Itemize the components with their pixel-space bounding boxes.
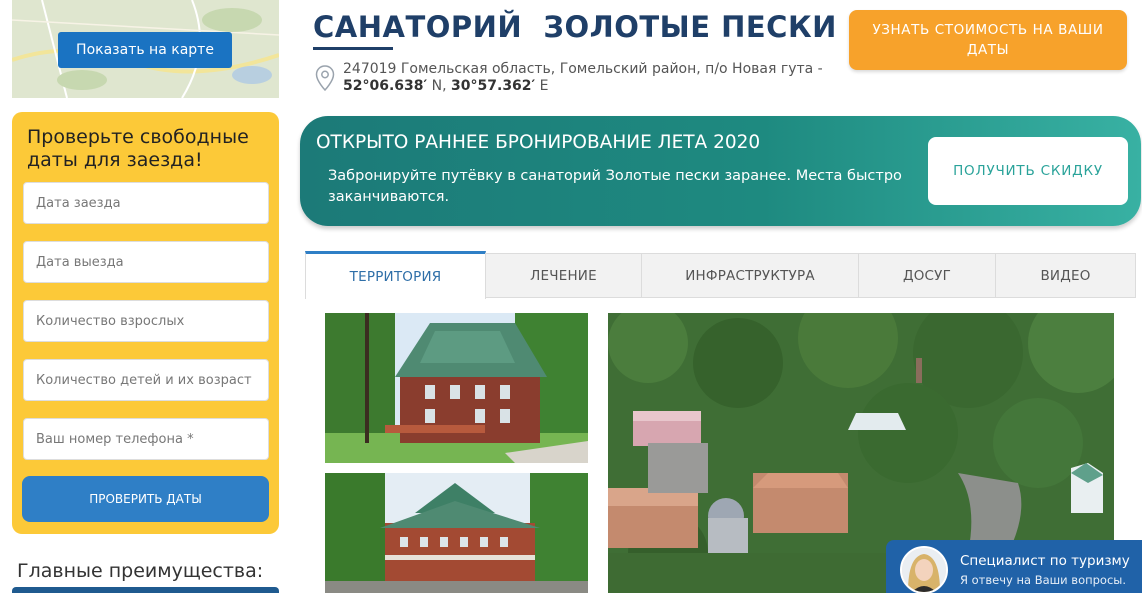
children-field[interactable]: Количество детей и их возраст <box>23 359 269 401</box>
checkout-date-field[interactable]: Дата выезда <box>23 241 269 283</box>
latitude-dir: N, <box>427 78 452 94</box>
chat-consultant-name: Специалист по туризму <box>960 553 1130 569</box>
chat-widget[interactable]: Специалист по туризму Я отвечу на Ваши в… <box>886 540 1142 593</box>
get-discount-button[interactable]: ПОЛУЧИТЬ СКИДКУ <box>928 137 1128 205</box>
address-text: 247019 Гомельская область, Гомельский ра… <box>343 61 823 77</box>
check-dates-button[interactable]: ПРОВЕРИТЬ ДАТЫ <box>22 476 269 522</box>
location-pin-icon <box>315 65 335 95</box>
title-underline <box>313 47 393 50</box>
promo-title: ОТКРЫТО РАННЕЕ БРОНИРОВАНИЕ ЛЕТА 2020 <box>316 132 761 153</box>
checkin-date-field[interactable]: Дата заезда <box>23 182 269 224</box>
page: Показать на карте Проверьте свободные да… <box>0 0 1142 593</box>
map-preview[interactable]: Показать на карте <box>12 0 279 98</box>
tab-infrastructure[interactable]: ИНФРАСТРУКТУРА <box>641 253 859 298</box>
phone-field[interactable]: Ваш номер телефона * <box>23 418 269 460</box>
promo-banner: ОТКРЫТО РАННЕЕ БРОНИРОВАНИЕ ЛЕТА 2020 За… <box>300 116 1141 226</box>
get-price-button[interactable]: УЗНАТЬ СТОИМОСТЬ НА ВАШИ ДАТЫ <box>849 10 1127 70</box>
advantages-bar <box>12 587 279 593</box>
adults-count-field[interactable]: Количество взрослых <box>23 300 269 342</box>
tab-treatment[interactable]: ЛЕЧЕНИЕ <box>485 253 642 298</box>
latitude: 52°06.638′ <box>343 78 428 94</box>
chat-subtitle: Я отвечу на Ваши вопросы. <box>960 573 1127 587</box>
tab-territory[interactable]: ТЕРРИТОРИЯ <box>305 251 486 299</box>
show-map-button[interactable]: Показать на карте <box>58 32 232 68</box>
page-title: САНАТОРИЙ ЗОЛОТЫЕ ПЕСКИ <box>313 10 837 44</box>
territory-photo-2[interactable] <box>325 473 588 593</box>
booking-title: Проверьте свободные даты для заезда! <box>27 126 249 171</box>
address: 247019 Гомельская область, Гомельский ра… <box>343 61 823 95</box>
tab-video[interactable]: ВИДЕО <box>995 253 1136 298</box>
territory-photo-1[interactable] <box>325 313 588 463</box>
consultant-avatar <box>900 546 948 593</box>
longitude-dir: E <box>535 78 549 94</box>
tab-leisure[interactable]: ДОСУГ <box>858 253 996 298</box>
advantages-title: Главные преимущества: <box>17 560 264 582</box>
booking-form: Проверьте свободные даты для заезда! Дат… <box>12 112 279 534</box>
longitude: 30°57.362′ <box>451 78 536 94</box>
tab-bar: ТЕРРИТОРИЯ ЛЕЧЕНИЕ ИНФРАСТРУКТУРА ДОСУГ … <box>305 251 1136 299</box>
promo-text: Забронируйте путёвку в санаторий Золотые… <box>328 168 902 205</box>
